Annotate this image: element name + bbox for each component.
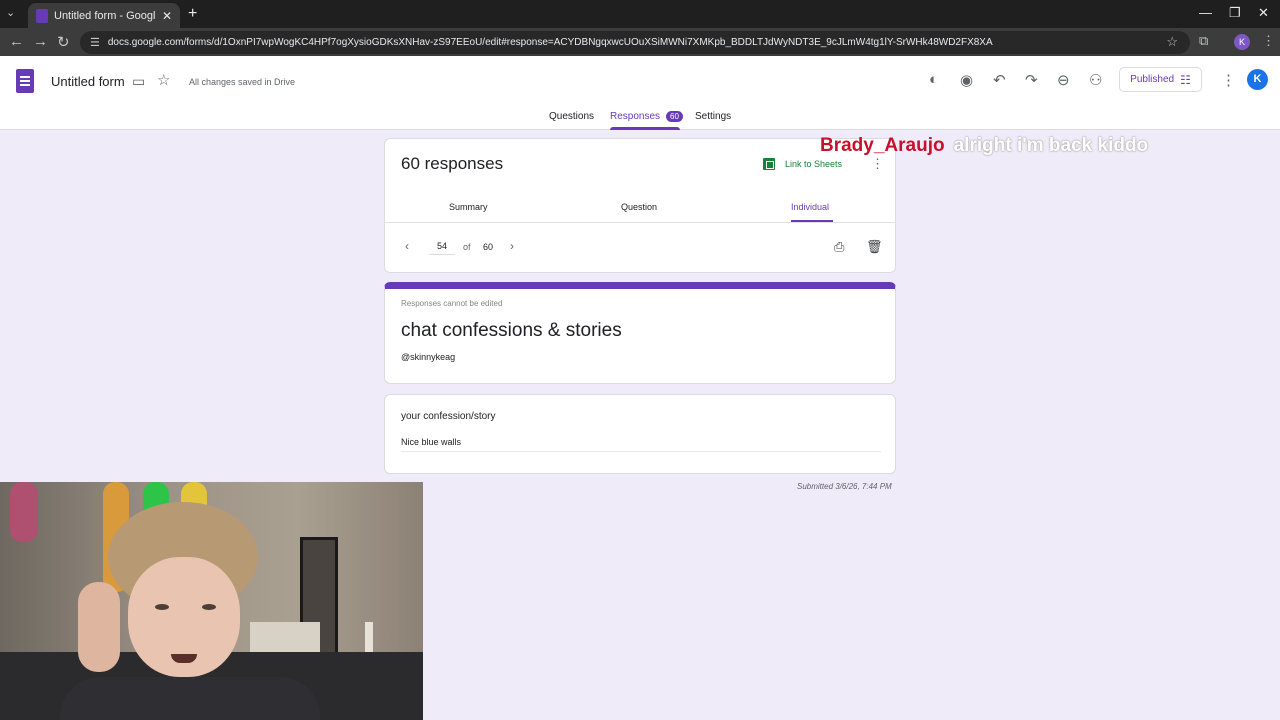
copy-link-icon[interactable]: ⊖ [1057,71,1070,89]
responses-locked-note: Responses cannot be edited [401,299,503,308]
tab-settings[interactable]: Settings [695,111,731,122]
individual-tab-indicator [791,220,833,222]
active-tab-indicator [610,127,680,130]
form-doc-title[interactable]: Untitled form [51,74,125,89]
response-number-input[interactable]: 54 [429,241,455,255]
link-to-sheets-button[interactable]: Link to Sheets [763,158,842,170]
question-answer: Nice blue walls [401,437,462,447]
pager-of-label: of [463,242,471,252]
form-description: @skinnykeag [401,352,456,362]
person-shirt [60,677,320,720]
browser-profile-avatar[interactable]: K [1234,34,1250,50]
site-info-icon[interactable]: ☰ [90,36,100,49]
answer-underline [401,451,881,452]
person-hand [78,582,120,672]
tab-close-icon[interactable]: ✕ [162,9,172,23]
tab-individual[interactable]: Individual [791,202,829,212]
response-pager: ‹ 54 of 60 › ⎙ 🗑 [385,239,895,259]
form-tabs: Questions Responses 60 Settings [0,108,1280,130]
wall-poster [10,482,38,542]
preview-eye-icon[interactable]: ◉ [960,71,973,89]
forms-header: Untitled form ▭ ☆ All changes saved in D… [0,56,1280,130]
back-icon[interactable]: ← [9,33,24,50]
more-options-icon[interactable]: ⋮ [1221,71,1236,89]
responses-card: 60 responses Link to Sheets ⋮ Summary Qu… [384,138,896,273]
extensions-icon[interactable]: ⧉ [1199,33,1208,49]
form-title-card: Responses cannot be edited chat confessi… [384,282,896,384]
question-card: your confession/story Nice blue walls [384,394,896,474]
sheets-icon [763,158,775,170]
tab-responses[interactable]: Responses 60 [610,111,683,122]
undo-icon[interactable]: ↶ [993,71,1006,89]
sliders-icon: ☷ [1180,72,1191,87]
responses-count-badge: 60 [666,111,683,122]
window-close-icon[interactable]: ✕ [1258,5,1269,21]
next-response-icon[interactable]: › [510,239,514,253]
published-label: Published [1130,74,1175,85]
browser-tabstrip: ⌄ Untitled form - Google Forms ✕ + — ❐ ✕ [0,0,1280,28]
tab-summary[interactable]: Summary [449,202,488,212]
forward-icon[interactable]: → [33,33,48,50]
pager-total: 60 [483,242,494,252]
star-icon[interactable]: ☆ [157,71,170,89]
chat-username: Brady_Araujo [820,135,945,156]
person-eye [202,604,216,610]
forms-logo-icon[interactable] [16,69,34,93]
link-to-sheets-label: Link to Sheets [785,159,843,169]
browser-tab[interactable]: Untitled form - Google Forms ✕ [28,3,180,28]
restore-icon[interactable]: ❐ [1229,5,1241,21]
tab-search-icon[interactable]: ⌄ [6,6,15,19]
move-to-folder-icon[interactable]: ▭ [132,73,145,90]
submitted-timestamp: Submitted 3/6/26, 7:44 PM [797,482,892,491]
url-text: docs.google.com/forms/d/1OxnPI7wpWogKC4H… [107,37,993,48]
customize-theme-icon[interactable]: ◐ [929,71,938,88]
tab-title: Untitled form - Google Forms [54,9,156,22]
redo-icon[interactable]: ↷ [1025,71,1038,89]
webcam-feed [0,482,423,720]
form-title: chat confessions & stories [401,320,622,341]
tab-question[interactable]: Question [621,202,657,212]
browser-menu-icon[interactable]: ⋮ [1262,33,1275,49]
delete-response-icon[interactable]: 🗑 [866,239,883,255]
responses-more-icon[interactable]: ⋮ [871,156,884,172]
published-button[interactable]: Published ☷ [1119,67,1202,92]
reload-icon[interactable]: ↻ [57,33,70,51]
new-tab-icon[interactable]: + [188,5,197,23]
bookmark-star-icon[interactable]: ☆ [1166,34,1178,50]
chat-overlay: Brady_Araujo alright i'm back kiddo [820,135,1148,157]
chat-message: alright i'm back kiddo [953,135,1149,156]
person-eye [155,604,169,610]
minimize-icon[interactable]: — [1199,5,1212,20]
question-label: your confession/story [401,411,496,422]
account-avatar[interactable]: K [1247,69,1268,90]
tab-questions[interactable]: Questions [549,111,594,122]
responses-heading: 60 responses [401,154,504,173]
browser-toolbar: ← → ↻ ☰ docs.google.com/forms/d/1OxnPI7w… [0,28,1280,56]
print-icon[interactable]: ⎙ [834,239,844,255]
address-bar[interactable]: ☰ docs.google.com/forms/d/1OxnPI7wpWogKC… [80,31,1190,54]
previous-response-icon[interactable]: ‹ [405,239,409,253]
tab-responses-label: Responses [610,111,661,122]
save-status: All changes saved in Drive [189,77,296,87]
add-collaborators-icon[interactable]: ⚇ [1089,71,1102,89]
forms-favicon-icon [36,8,48,23]
response-view-tabs: Summary Question Individual [385,199,895,223]
